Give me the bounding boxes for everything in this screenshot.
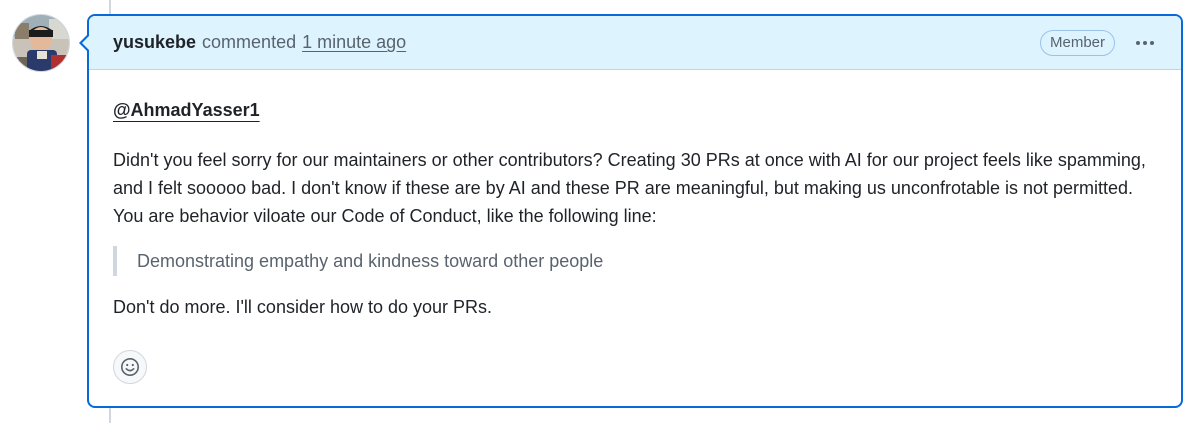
comment-header: yusukebe commented 1 minute ago Member [89,16,1181,70]
timeline-line-top [109,0,111,14]
kebab-horizontal-icon [1136,40,1154,45]
timestamp-link[interactable]: 1 minute ago [302,32,406,53]
smiley-icon [121,358,139,376]
comment-paragraph: Don't do more. I'll consider how to do y… [113,297,493,317]
more-options-button[interactable] [1133,31,1157,55]
blockquote: Demonstrating empathy and kindness towar… [113,246,1157,276]
comment-box: yusukebe commented 1 minute ago Member @… [79,14,1183,408]
avatar-image [13,15,69,71]
comment-paragraph: Didn't you feel sorry for our maintainer… [113,150,1146,226]
comment-body: @AhmadYasser1 Didn't you feel sorry for … [89,70,1181,321]
comment-caret-fill [82,36,89,50]
add-reaction-button[interactable] [113,350,147,384]
author-link[interactable]: yusukebe [113,32,196,53]
role-badge: Member [1039,29,1115,56]
avatar[interactable] [12,14,70,72]
comment-action-text: commented [202,32,297,52]
user-mention[interactable]: @AhmadYasser1 [113,96,260,124]
